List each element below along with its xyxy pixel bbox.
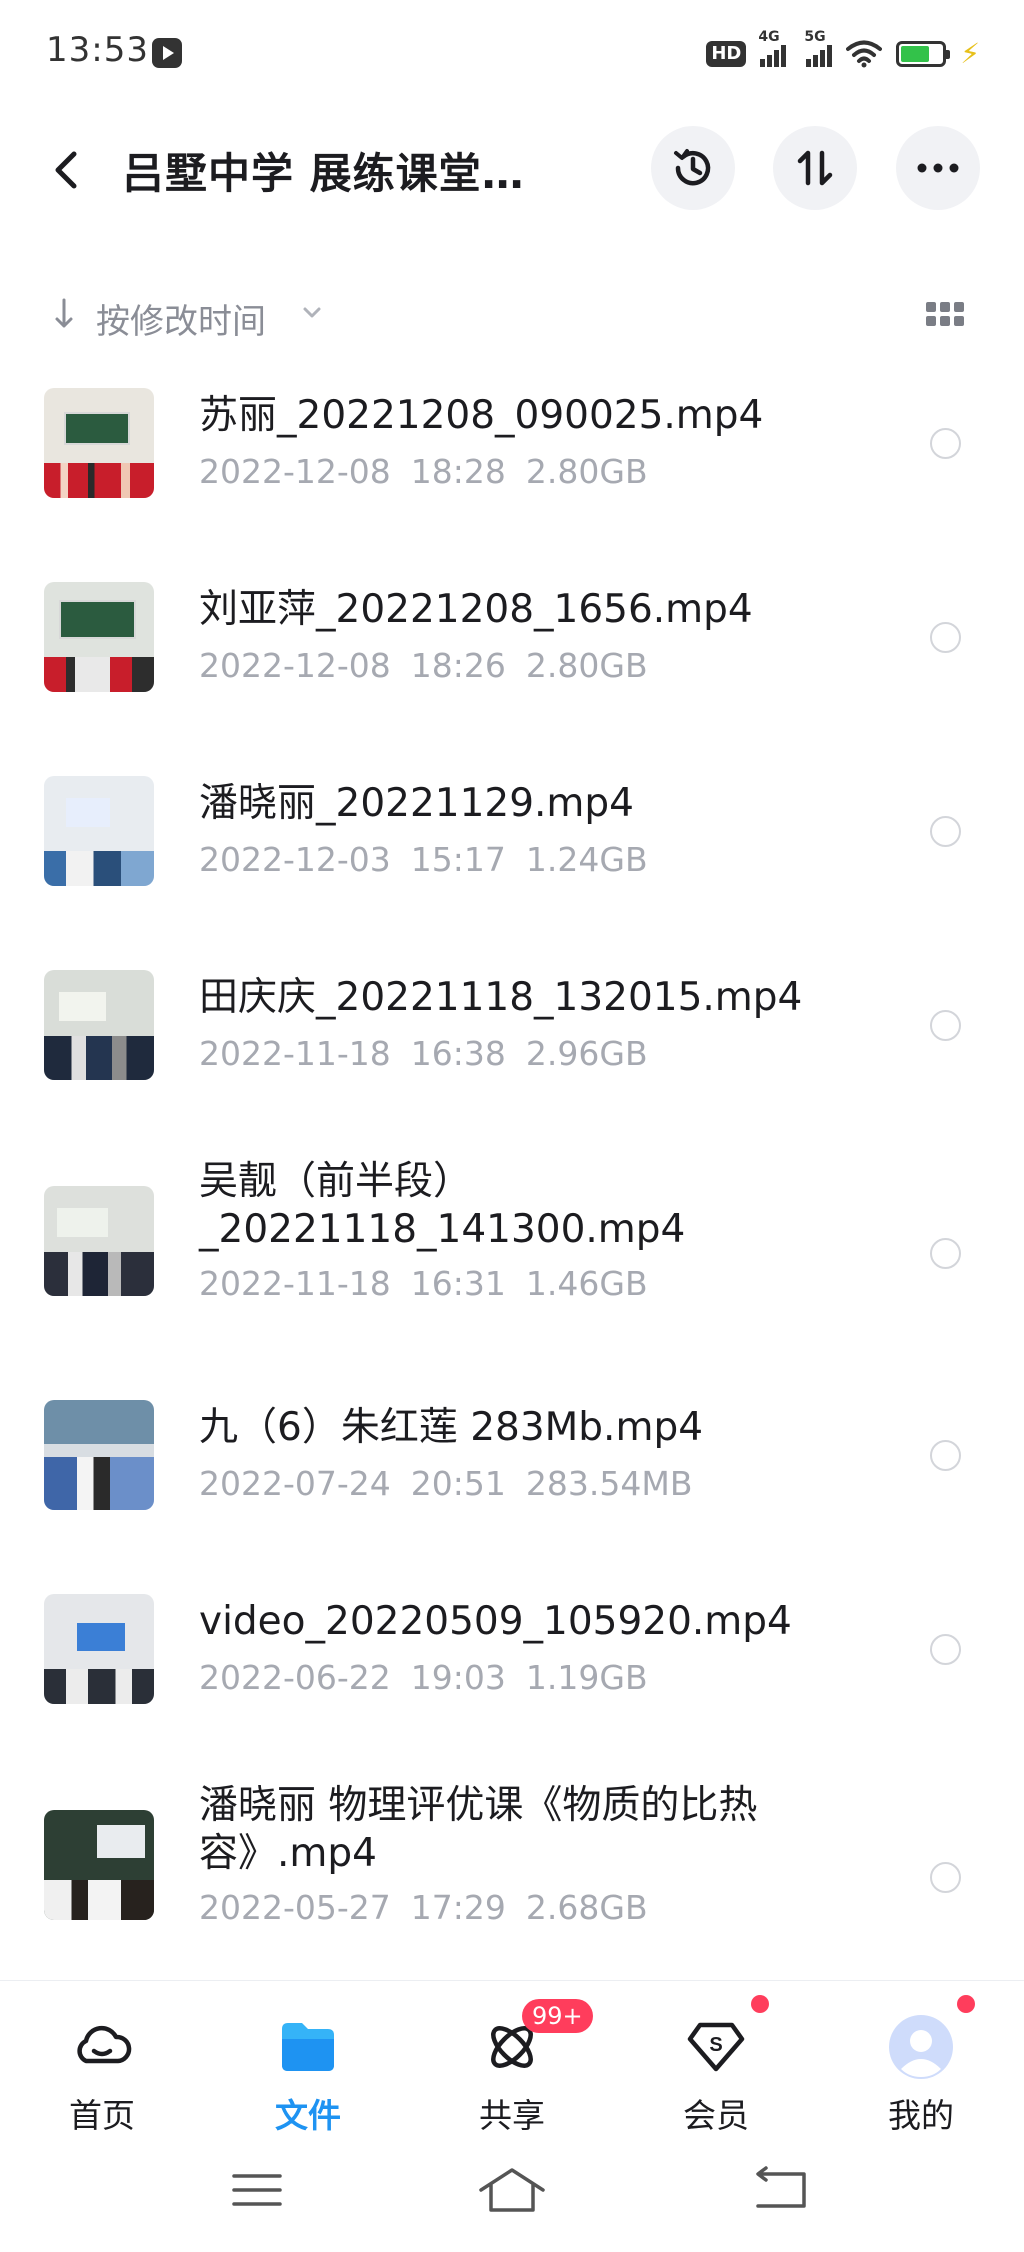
nav-files[interactable]: 文件	[228, 1981, 388, 2141]
history-icon	[674, 149, 711, 186]
nav-vip-label: 会员	[683, 2096, 749, 2135]
video-thumbnail	[44, 1810, 154, 1920]
file-name: 潘晓丽 物理评优课《物质的比热 容》.mp4	[199, 1783, 758, 1876]
folder-icon	[282, 2023, 334, 2071]
list-item[interactable]: 田庆庆_20221118_132015.mp4 2022-11-18 16:38 2…	[0, 952, 1024, 1132]
status-time: 13:53	[46, 30, 149, 70]
signal-4g-icon: 4G	[758, 29, 787, 67]
media-playing-icon	[152, 38, 182, 68]
mine-notification-dot	[957, 1995, 975, 2013]
vip-diamond-icon: S	[687, 2022, 745, 2072]
file-name: 潘晓丽_20221129.mp4	[199, 781, 634, 826]
sort-arrows-icon	[797, 150, 833, 186]
sort-dropdown[interactable]: 按修改时间	[96, 294, 266, 343]
select-radio[interactable]	[930, 1634, 961, 1665]
back-button[interactable]	[40, 142, 96, 198]
sort-order-button[interactable]	[773, 126, 857, 210]
cloud-home-icon	[77, 2025, 132, 2064]
page-title: 吕墅中学 展练课堂…	[122, 149, 525, 198]
file-meta: 2022-11-18 16:31 1.46GB	[199, 1264, 648, 1303]
select-radio[interactable]	[930, 1440, 961, 1471]
select-radio[interactable]	[930, 1238, 961, 1269]
chevron-down-icon[interactable]	[302, 306, 322, 320]
nav-files-label: 文件	[275, 2096, 341, 2135]
nav-vip[interactable]: S 会员	[636, 1981, 796, 2141]
list-item[interactable]: video_20220509_105920.mp4 2022-06-22 19:0…	[0, 1576, 1024, 1756]
bottom-nav: 首页 文件 99+ 共享 S 会员 我的	[0, 1980, 1024, 2140]
file-name: 刘亚萍_20221208_1656.mp4	[199, 587, 753, 632]
hd-voice-icon: HD	[706, 41, 747, 67]
menu-icon[interactable]	[222, 2164, 292, 2216]
home-icon[interactable]	[477, 2164, 547, 2216]
file-name: 吴靓（前半段） _20221118_141300.mp4	[199, 1159, 686, 1252]
select-radio[interactable]	[930, 1862, 961, 1893]
charging-icon: ⚡	[960, 37, 980, 70]
signal-5g-icon: 5G	[804, 29, 833, 67]
file-meta: 2022-07-24 20:51 283.54MB	[199, 1464, 693, 1503]
video-thumbnail	[44, 388, 154, 498]
history-button[interactable]	[651, 126, 735, 210]
vip-notification-dot	[751, 1995, 769, 2013]
status-indicators: HD 4G 5G ⚡	[706, 29, 980, 74]
list-item[interactable]: 潘晓丽_20221129.mp4 2022-12-03 15:17 1.24GB	[0, 758, 1024, 938]
battery-icon	[896, 41, 951, 67]
file-name: 田庆庆_20221118_132015.mp4	[199, 975, 803, 1020]
more-dots-icon	[917, 163, 959, 173]
file-meta: 2022-12-08 18:26 2.80GB	[199, 646, 648, 685]
list-item[interactable]: 吴靓（前半段） _20221118_141300.mp4 2022-11-18 16…	[0, 1146, 1024, 1368]
video-thumbnail	[44, 1400, 154, 1510]
wifi-icon	[846, 40, 883, 68]
grid-view-icon[interactable]	[926, 302, 964, 328]
back-nav-icon[interactable]	[744, 2164, 814, 2216]
select-radio[interactable]	[930, 816, 961, 847]
file-meta: 2022-11-18 16:38 2.96GB	[199, 1034, 648, 1073]
select-radio[interactable]	[930, 428, 961, 459]
arrow-down-icon	[55, 298, 73, 328]
video-thumbnail	[44, 1186, 154, 1296]
nav-home-label: 首页	[69, 2096, 135, 2135]
file-meta: 2022-05-27 17:29 2.68GB	[199, 1888, 648, 1927]
header: 吕墅中学 展练课堂…	[0, 120, 1024, 220]
svg-text:S: S	[709, 2034, 722, 2056]
select-radio[interactable]	[930, 622, 961, 653]
nav-mine-label: 我的	[888, 2096, 954, 2135]
list-item[interactable]: 刘亚萍_20221208_1656.mp4 2022-12-08 18:26 2.8…	[0, 564, 1024, 744]
file-meta: 2022-12-03 15:17 1.24GB	[199, 840, 648, 879]
status-bar: 13:53 HD 4G 5G ⚡	[0, 0, 1024, 110]
share-badge: 99+	[522, 1999, 593, 2033]
sort-bar: 按修改时间	[0, 282, 1024, 352]
nav-share[interactable]: 99+ 共享	[432, 1981, 593, 2141]
video-thumbnail	[44, 582, 154, 692]
file-meta: 2022-06-22 19:03 1.19GB	[199, 1658, 648, 1697]
system-navigation-bar	[0, 2140, 1024, 2252]
nav-share-label: 共享	[479, 2096, 545, 2135]
file-meta: 2022-12-08 18:28 2.80GB	[199, 452, 648, 491]
avatar	[889, 2015, 953, 2079]
select-radio[interactable]	[930, 1010, 961, 1041]
nav-mine[interactable]: 我的	[841, 1981, 1001, 2141]
video-thumbnail	[44, 776, 154, 886]
file-name: 九（6）朱红莲 283Mb.mp4	[199, 1405, 704, 1450]
file-name: video_20220509_105920.mp4	[199, 1599, 792, 1644]
nav-home[interactable]: 首页	[22, 1981, 182, 2141]
video-thumbnail	[44, 1594, 154, 1704]
list-item[interactable]: 苏丽_20221208_090025.mp4 2022-12-08 18:28 2.…	[0, 370, 1024, 550]
more-options-button[interactable]	[896, 126, 980, 210]
file-name: 苏丽_20221208_090025.mp4	[199, 393, 764, 438]
list-item[interactable]: 潘晓丽 物理评优课《物质的比热 容》.mp4 2022-05-27 17:29 2.6…	[0, 1770, 1024, 1992]
video-thumbnail	[44, 970, 154, 1080]
list-item[interactable]: 九（6）朱红莲 283Mb.mp4 2022-07-24 20:51 283.54M…	[0, 1382, 1024, 1562]
